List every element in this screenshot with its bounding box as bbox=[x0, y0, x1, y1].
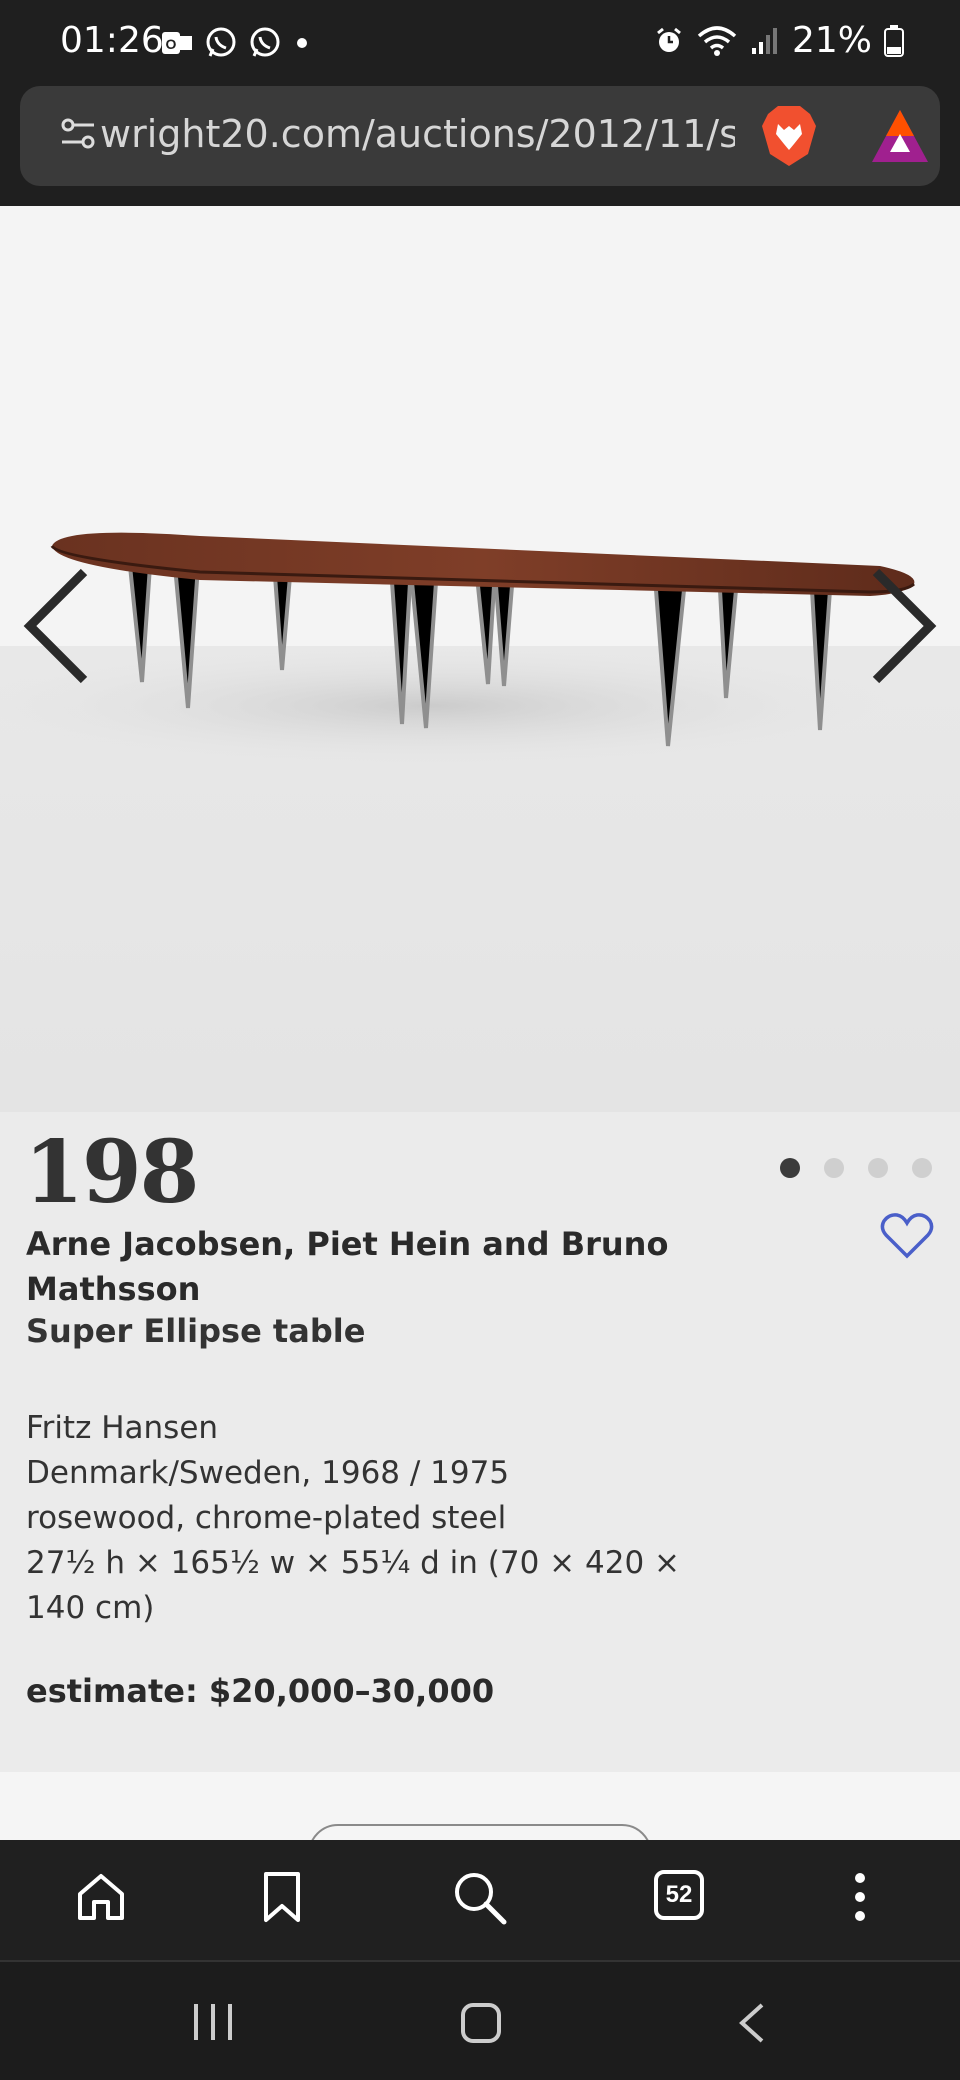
lot-details: Fritz Hansen Denmark/Sweden, 1968 / 1975… bbox=[26, 1406, 726, 1631]
next-image-arrow-icon[interactable] bbox=[868, 566, 940, 686]
status-time: 01:26 bbox=[60, 20, 164, 61]
pagination-dot[interactable] bbox=[824, 1158, 844, 1178]
rewards-icon[interactable] bbox=[870, 108, 930, 164]
battery-icon bbox=[884, 24, 904, 57]
estimate: estimate: $20,000–30,000 bbox=[26, 1672, 495, 1710]
bookmark-icon[interactable] bbox=[262, 1870, 302, 1924]
dimensions: 27½ h × 165½ w × 55¼ d in (70 × 420 × 14… bbox=[26, 1545, 680, 1626]
address-bar[interactable]: wright20.com/auctions/2012/11/s bbox=[20, 86, 940, 186]
pagination-dot[interactable] bbox=[868, 1158, 888, 1178]
site-settings-icon[interactable] bbox=[60, 116, 96, 152]
brave-shields-icon[interactable] bbox=[760, 104, 818, 168]
home-icon[interactable] bbox=[74, 1870, 128, 1924]
materials: rosewood, chrome-plated steel bbox=[26, 1500, 507, 1536]
outlook-icon: O bbox=[162, 32, 192, 54]
status-bar: 01:26 O 21% bbox=[0, 0, 960, 86]
pagination-dot[interactable] bbox=[780, 1158, 800, 1178]
follow-section: + follow artist bbox=[0, 1772, 960, 1840]
lot-number: 198 bbox=[24, 1122, 200, 1223]
back-nav-icon[interactable] bbox=[736, 2002, 766, 2044]
search-icon[interactable] bbox=[452, 1870, 508, 1926]
notification-icons: O bbox=[160, 26, 312, 60]
status-right: 21% bbox=[654, 20, 904, 61]
tab-switcher-button[interactable]: 52 bbox=[654, 1870, 704, 1920]
favorite-heart-icon[interactable] bbox=[880, 1212, 934, 1260]
address-bar-area: wright20.com/auctions/2012/11/s bbox=[0, 86, 960, 206]
whatsapp-icon bbox=[250, 27, 280, 57]
origin-date: Denmark/Sweden, 1968 / 1975 bbox=[26, 1455, 510, 1491]
svg-text:O: O bbox=[166, 36, 177, 52]
previous-image-arrow-icon[interactable] bbox=[20, 566, 92, 686]
lot-image-carousel[interactable] bbox=[0, 206, 960, 1112]
manufacturer: Fritz Hansen bbox=[26, 1410, 219, 1446]
image-pagination[interactable] bbox=[780, 1158, 932, 1178]
table-photo bbox=[0, 532, 915, 766]
lot-info-panel: 198 Arne Jacobsen, Piet Hein and Bruno M… bbox=[0, 1112, 960, 1772]
system-navigation-bar bbox=[0, 1960, 960, 2080]
wifi-icon bbox=[697, 25, 737, 56]
alarm-icon bbox=[657, 27, 681, 52]
home-nav-icon[interactable] bbox=[460, 2002, 502, 2044]
battery-percent: 21% bbox=[791, 20, 872, 61]
dot-icon bbox=[297, 38, 307, 48]
recent-apps-icon[interactable] bbox=[192, 2002, 234, 2042]
browser-toolbar: 52 bbox=[0, 1840, 960, 1960]
follow-artist-button[interactable]: + follow artist bbox=[308, 1824, 652, 1840]
url-text[interactable]: wright20.com/auctions/2012/11/s bbox=[100, 112, 735, 160]
lot-title: Super Ellipse table bbox=[26, 1312, 366, 1350]
pagination-dot[interactable] bbox=[912, 1158, 932, 1178]
whatsapp-icon bbox=[206, 27, 236, 57]
artist-name[interactable]: Arne Jacobsen, Piet Hein and Bruno Maths… bbox=[26, 1222, 686, 1312]
signal-icon bbox=[751, 27, 777, 54]
more-menu-icon[interactable] bbox=[848, 1870, 872, 1924]
